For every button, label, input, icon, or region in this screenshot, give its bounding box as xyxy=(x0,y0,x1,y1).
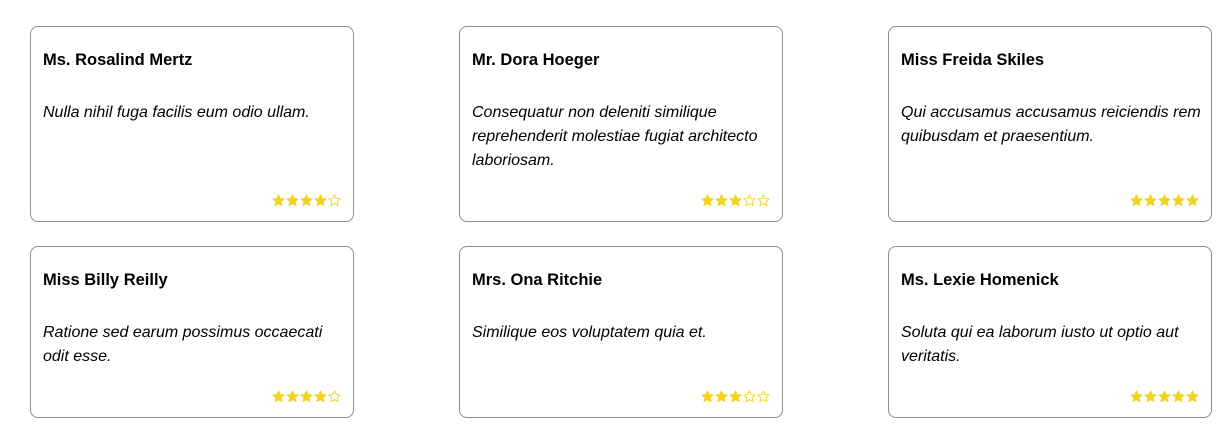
star-filled-icon xyxy=(729,194,742,207)
star-filled-icon xyxy=(272,194,285,207)
star-rating xyxy=(701,194,770,207)
star-filled-icon xyxy=(1130,390,1143,403)
star-empty-icon xyxy=(757,194,770,207)
star-rating xyxy=(272,194,341,207)
review-card: Miss Billy Reilly Ratione sed earum poss… xyxy=(30,246,354,418)
reviewer-name: Mr. Dora Hoeger xyxy=(472,51,600,69)
review-text: Similique eos voluptatem quia et. xyxy=(472,324,707,341)
review-text: Ratione sed earum possimus occaecati odi… xyxy=(43,324,323,365)
star-filled-icon xyxy=(300,390,313,403)
reviewer-name: Miss Freida Skiles xyxy=(901,51,1045,69)
star-empty-icon xyxy=(743,194,756,207)
star-empty-icon xyxy=(757,390,770,403)
star-filled-icon xyxy=(1144,390,1157,403)
star-filled-icon xyxy=(1158,194,1171,207)
star-empty-icon xyxy=(328,194,341,207)
star-empty-icon xyxy=(743,390,756,403)
review-card: Ms. Rosalind Mertz Nulla nihil fuga faci… xyxy=(30,26,354,222)
review-text: Soluta qui ea laborum iusto ut optio aut… xyxy=(901,324,1179,365)
star-filled-icon xyxy=(286,194,299,207)
star-filled-icon xyxy=(1158,390,1171,403)
reviewer-name: Mrs. Ona Ritchie xyxy=(472,271,603,289)
star-filled-icon xyxy=(1130,194,1143,207)
star-empty-icon xyxy=(328,390,341,403)
star-filled-icon xyxy=(729,390,742,403)
review-card: Ms. Lexie Homenick Soluta qui ea laborum… xyxy=(888,246,1212,418)
reviewer-name: Miss Billy Reilly xyxy=(43,271,168,289)
star-rating xyxy=(1130,390,1199,403)
star-filled-icon xyxy=(300,194,313,207)
review-card: Mrs. Ona Ritchie Similique eos voluptate… xyxy=(459,246,783,418)
reviewer-name: Ms. Lexie Homenick xyxy=(901,271,1059,289)
star-filled-icon xyxy=(715,194,728,207)
star-filled-icon xyxy=(286,390,299,403)
review-text: Nulla nihil fuga facilis eum odio ullam. xyxy=(43,104,310,121)
star-filled-icon xyxy=(701,390,714,403)
star-filled-icon xyxy=(314,390,327,403)
review-card: Mr. Dora Hoeger Consequatur non deleniti… xyxy=(459,26,783,222)
review-grid: Ms. Rosalind Mertz Nulla nihil fuga faci… xyxy=(0,0,1229,433)
star-filled-icon xyxy=(1186,194,1199,207)
star-filled-icon xyxy=(1186,390,1199,403)
star-filled-icon xyxy=(1172,194,1185,207)
star-filled-icon xyxy=(314,194,327,207)
star-filled-icon xyxy=(701,194,714,207)
star-filled-icon xyxy=(715,390,728,403)
review-text: Consequatur non deleniti similique repre… xyxy=(472,104,758,169)
star-filled-icon xyxy=(272,390,285,403)
star-filled-icon xyxy=(1172,390,1185,403)
star-filled-icon xyxy=(1144,194,1157,207)
review-text: Qui accusamus accusamus reiciendis rem q… xyxy=(901,104,1201,145)
star-rating xyxy=(1130,194,1199,207)
star-rating xyxy=(701,390,770,403)
review-card: Miss Freida Skiles Qui accusamus accusam… xyxy=(888,26,1212,222)
star-rating xyxy=(272,390,341,403)
reviewer-name: Ms. Rosalind Mertz xyxy=(43,51,193,69)
